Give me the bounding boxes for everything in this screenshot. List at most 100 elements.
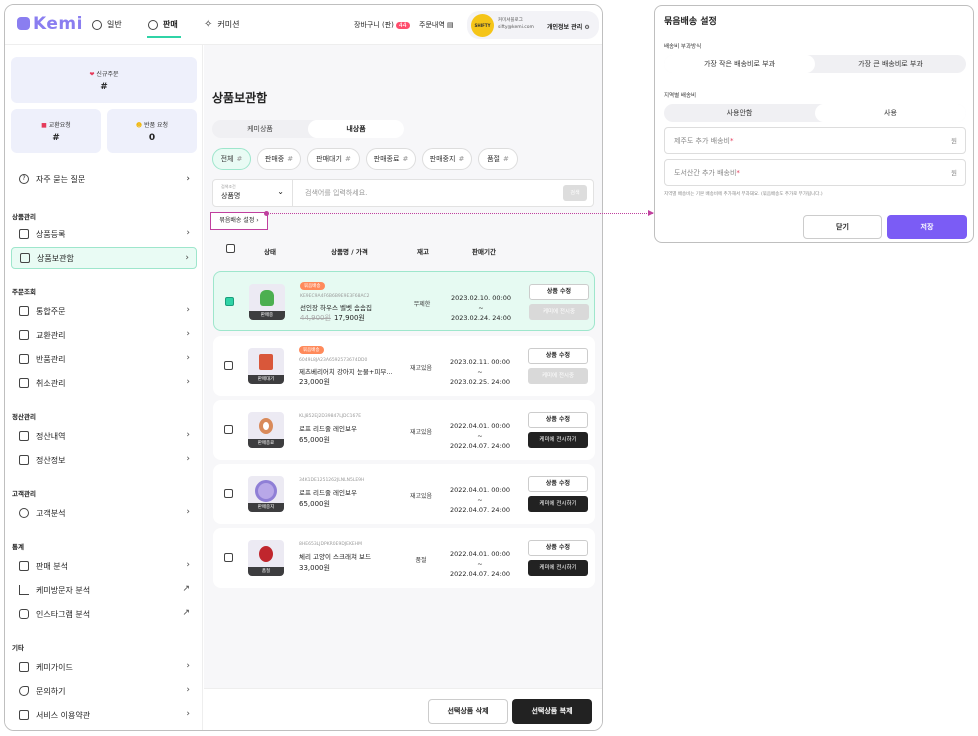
filter-chip-pending[interactable]: 판매대기 # <box>307 148 360 170</box>
delete-selected-button[interactable]: 선택상품 삭제 <box>428 699 508 724</box>
sidebar-item-return-management[interactable]: 반품관리 › <box>11 348 197 370</box>
sidebar-item-integrated-orders[interactable]: 통합주문 › <box>11 300 197 322</box>
product-name: 제츠베리어치 강아지 눈물+피부... <box>299 368 393 376</box>
region-fee-toggle: 사용안함 사용 <box>664 104 966 122</box>
search-button[interactable]: 검색 <box>563 185 587 201</box>
sidebar-item-exchange-management[interactable]: 교환관리 › <box>11 324 197 346</box>
new-orders-count: # <box>100 82 108 92</box>
sidebar-item-contact[interactable]: 문의하기 › <box>11 680 197 702</box>
cart-link[interactable]: 장바구니 (판) 44 <box>354 20 410 30</box>
user-profile-box[interactable]: SHIFTY 커미셔블로그 sifty@kemi.com 개인정보 관리 ⚙ <box>467 11 599 39</box>
table-row[interactable]: 판매중 묶음배송 KE9EC9A4F6B6B9E9E3F68AC2 선인장 하우… <box>213 271 595 331</box>
period-end: 2022.04.07. 24:00 <box>449 506 511 514</box>
table-row[interactable]: 판매중지 34K1DE1251262JLNLN5LE9H 로프 리드줄 레인보우… <box>213 464 595 524</box>
option-use[interactable]: 사용 <box>815 104 966 122</box>
sidebar-item-settlement-info[interactable]: 정산정보 › <box>11 449 197 471</box>
edit-product-button[interactable]: 상품 수정 <box>528 412 588 428</box>
period-start: 2022.04.01. 00:00 ~ <box>449 550 511 568</box>
chevron-right-icon: › <box>186 454 190 464</box>
select-all-checkbox[interactable] <box>226 244 235 253</box>
exchange-requests-card[interactable]: ■ 교환요청 # <box>11 109 101 153</box>
kemi-logo[interactable]: Kemi <box>17 14 83 34</box>
filter-chip-suspended[interactable]: 판매중지 # <box>422 148 472 170</box>
nav-tab-sales[interactable]: 판매 <box>148 19 178 30</box>
display-on-kemi-button[interactable]: 케미에 전시하기 <box>528 496 588 512</box>
bar-chart-icon <box>19 585 29 595</box>
stock-status: 무제한 <box>413 301 431 308</box>
table-row[interactable]: 판매종료 KLJ852EJ2D39847LJDC167E 로프 리드줄 레인보우… <box>213 400 595 460</box>
modal-title: 묶음배송 설정 <box>664 17 717 27</box>
display-on-kemi-button[interactable]: 케미에 전시하기 <box>528 560 588 576</box>
display-on-kemi-button[interactable]: 케미에 전시중 <box>528 368 588 384</box>
edit-product-button[interactable]: 상품 수정 <box>528 476 588 492</box>
filter-chip-ended[interactable]: 판매종료 # <box>366 148 416 170</box>
product-code: KLJ852EJ2D39847LJDC167E <box>299 414 362 419</box>
display-on-kemi-button[interactable]: 케미에 전시하기 <box>528 432 588 448</box>
bundle-shipping-settings-button[interactable]: 묶음배송 설정 › <box>210 212 268 230</box>
row-checkbox[interactable] <box>224 361 233 370</box>
sidebar-item-terms[interactable]: 서비스 이용약관 › <box>11 704 197 726</box>
jeju-fee-field[interactable]: 제주도 추가 배송비* 원 <box>664 127 966 154</box>
copy-selected-button[interactable]: 선택상품 복제 <box>512 699 592 724</box>
sale-period: 2022.04.01. 00:00 ~ 2022.04.07. 24:00 <box>448 549 512 579</box>
period-start: 2022.04.01. 00:00 ~ <box>449 486 511 504</box>
sidebar-item-instagram-analysis[interactable]: 인스타그램 분석 ↗ <box>11 603 197 625</box>
faq-link[interactable]: ? 자주 묻는 질문 › <box>11 169 197 189</box>
sidebar-item-kemi-guide[interactable]: 케미가이드 › <box>11 656 197 678</box>
avatar: SHIFTY <box>471 14 494 37</box>
sidebar-item-visitor-analysis[interactable]: 케미방문자 분석 ↗ <box>11 579 197 601</box>
display-on-kemi-button[interactable]: 케미에 전시중 <box>529 304 589 320</box>
chevron-right-icon: › <box>186 560 190 570</box>
bundle-badge: 묶음배송 <box>300 282 325 290</box>
nav-tab-commission[interactable]: ✧ 커미션 <box>204 19 239 30</box>
edit-product-button[interactable]: 상품 수정 <box>528 348 588 364</box>
search-condition-select[interactable]: 검색조건 상품명 ⌄ <box>213 180 293 206</box>
product-code: 8HE653LJDPKR0E9DJEKEHM <box>299 542 363 547</box>
sidebar-item-settlement-history[interactable]: 정산내역 › <box>11 425 197 447</box>
status-label: 판매대기 <box>248 375 284 384</box>
gear-icon <box>92 19 102 30</box>
table-row[interactable]: 품절 8HE653LJDPKR0E9DJEKEHM 체리 고양이 스크래쳐 보드… <box>213 528 595 588</box>
filter-chip-all[interactable]: 전체 # <box>212 148 251 170</box>
chevron-right-icon: › <box>256 217 259 224</box>
return-requests-card[interactable]: ☻ 반품 요청 0 <box>107 109 197 153</box>
exchange-requests-count: # <box>52 133 60 143</box>
tab-kemi-products[interactable]: 케미상품 <box>212 120 308 138</box>
option-largest-fee[interactable]: 가장 큰 배송비로 부과 <box>815 55 966 73</box>
sidebar-item-product-register[interactable]: 상품등록 › <box>11 223 197 245</box>
product-thumbnail: 품절 <box>248 540 284 576</box>
main-content: 상품보관함 케미상품 내상품 전체 # 판매중 # 판매대기 # 판매종료 # 판매중지… <box>204 45 602 730</box>
sidebar-item-customer-analysis[interactable]: 고객분석 › <box>11 502 197 524</box>
nav-tab-general[interactable]: 일반 <box>92 19 122 30</box>
edit-product-button[interactable]: 상품 수정 <box>528 540 588 556</box>
product-name: 로프 리드줄 레인보우 <box>299 489 357 497</box>
sidebar-item-product-storage[interactable]: 상품보관함 › <box>11 247 197 269</box>
annotation-connector-line <box>266 213 653 214</box>
status-label: 판매중지 <box>248 503 284 512</box>
profile-settings-link[interactable]: 개인정보 관리 ⚙ <box>547 22 590 31</box>
row-checkbox[interactable] <box>225 297 234 306</box>
island-fee-field[interactable]: 도서산간 추가 배송비* 원 <box>664 159 966 186</box>
sidebar-item-cancel-management[interactable]: 취소관리 › <box>11 372 197 394</box>
sidebar-item-sales-analysis[interactable]: 판매 분석 › <box>11 555 197 577</box>
filter-chip-on-sale[interactable]: 판매중 # <box>257 148 301 170</box>
chevron-right-icon: › <box>186 377 190 387</box>
edit-product-button[interactable]: 상품 수정 <box>529 284 589 300</box>
close-button[interactable]: 닫기 <box>803 215 882 239</box>
row-checkbox[interactable] <box>224 553 233 562</box>
search-input[interactable]: 검색어를 입력하세요. <box>305 188 367 198</box>
product-price: 65,000원 <box>299 499 330 509</box>
row-checkbox[interactable] <box>224 489 233 498</box>
option-not-use[interactable]: 사용안함 <box>664 104 815 122</box>
chevron-right-icon: › <box>186 329 190 339</box>
sale-price: 23,000원 <box>299 378 330 386</box>
option-smallest-fee[interactable]: 가장 작은 배송비로 부과 <box>664 55 815 73</box>
save-button[interactable]: 저장 <box>887 215 967 239</box>
filter-chip-sold-out[interactable]: 품절 # <box>478 148 518 170</box>
row-checkbox[interactable] <box>224 425 233 434</box>
new-orders-card[interactable]: ❤ 신규주문 # <box>11 57 197 103</box>
modal-note: 지역별 배송비는 기본 배송비에 추가해서 부과돼요. (묶음배송도 추가로 부… <box>664 192 823 197</box>
order-history-link[interactable]: 주문내역 ▤ <box>419 20 454 30</box>
table-row[interactable]: 판매대기 묶음배송 6049L8JA23A6592573674DD0 제츠베리어… <box>213 336 595 396</box>
tab-my-products[interactable]: 내상품 <box>308 120 404 138</box>
